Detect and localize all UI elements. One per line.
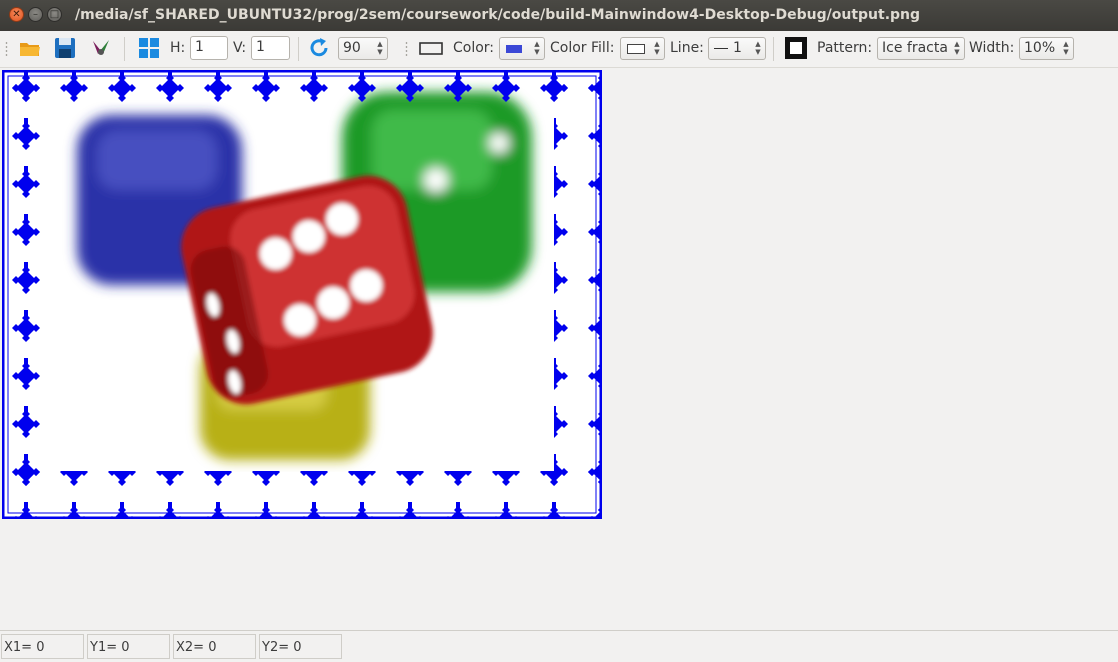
open-folder-icon[interactable] [17,35,43,61]
line-sample-icon [714,48,728,49]
line-label: Line: [670,40,704,56]
rotate-icon[interactable] [306,35,332,61]
toolbar: H: 1 V: 1 90 ▲ ▼ Color: ▲ ▼ Color Fill: ▲ ▼… [0,31,1118,68]
h-input[interactable]: 1 [190,36,228,60]
maximize-window-button[interactable]: □ [47,7,62,22]
spin-arrows-icon[interactable]: ▲ ▼ [376,40,384,56]
width-percent-value: 10% [1024,40,1056,56]
status-bar: X1= 0 Y1= 0 X2= 0 Y2= 0 [0,630,1118,662]
v-input[interactable]: 1 [251,36,290,60]
toolbar-grip[interactable] [5,41,8,57]
pattern-select[interactable]: Ice fracta ▲ ▼ [877,37,965,60]
status-y1: Y1= 0 [87,634,170,659]
rotate-angle-spinbox[interactable]: 90 ▲ ▼ [338,37,388,60]
color-fill-select[interactable]: ▲ ▼ [620,37,665,60]
toolbar-separator [124,37,125,61]
line-width-select[interactable]: 1 ▲ ▼ [708,37,766,60]
status-x1: X1= 0 [1,634,84,659]
toolbar-grip[interactable] [405,41,408,57]
maximize-icon: □ [49,8,60,20]
color-fill-label: Color Fill: [550,40,615,56]
toolbar-separator [298,37,299,61]
status-y2: Y2= 0 [259,634,342,659]
title-bar: ✕ – □ /media/sf_SHARED_UBUNTU32/prog/2se… [0,0,1118,31]
save-icon[interactable] [52,35,78,61]
pattern-border-icon[interactable] [783,35,809,61]
spin-arrows-icon[interactable]: ▲ ▼ [1062,40,1070,56]
color-label: Color: [453,40,495,56]
line-width-value: 1 [733,40,742,56]
rotate-angle-value: 90 [343,40,361,56]
close-icon: ✕ [12,8,21,20]
dice-image [1,69,603,520]
close-window-button[interactable]: ✕ [9,7,24,22]
tools-icon[interactable] [88,35,114,61]
color-select[interactable]: ▲ ▼ [499,37,545,60]
spin-arrows-icon[interactable]: ▲ ▼ [754,40,762,56]
empty-fill-swatch [627,44,645,54]
pattern-label: Pattern: [817,40,873,56]
width-percent-spinbox[interactable]: 10% ▲ ▼ [1019,37,1074,60]
grid-icon[interactable] [136,35,162,61]
spin-arrows-icon[interactable]: ▲ ▼ [953,40,961,56]
h-label: H: [170,40,186,56]
width-label: Width: [969,40,1015,56]
window-title: /media/sf_SHARED_UBUNTU32/prog/2sem/cour… [75,7,921,23]
minimize-icon: – [33,8,38,20]
toolbar-separator [773,37,774,61]
v-label: V: [233,40,247,56]
drawing-canvas[interactable] [1,69,603,520]
minimize-window-button[interactable]: – [28,7,43,22]
spin-arrows-icon[interactable]: ▲ ▼ [653,40,661,56]
spin-arrows-icon[interactable]: ▲ ▼ [533,40,541,56]
color-swatch [506,45,522,53]
rectangle-shape-icon[interactable] [418,35,444,61]
pattern-value: Ice fracta [882,40,948,56]
status-x2: X2= 0 [173,634,256,659]
